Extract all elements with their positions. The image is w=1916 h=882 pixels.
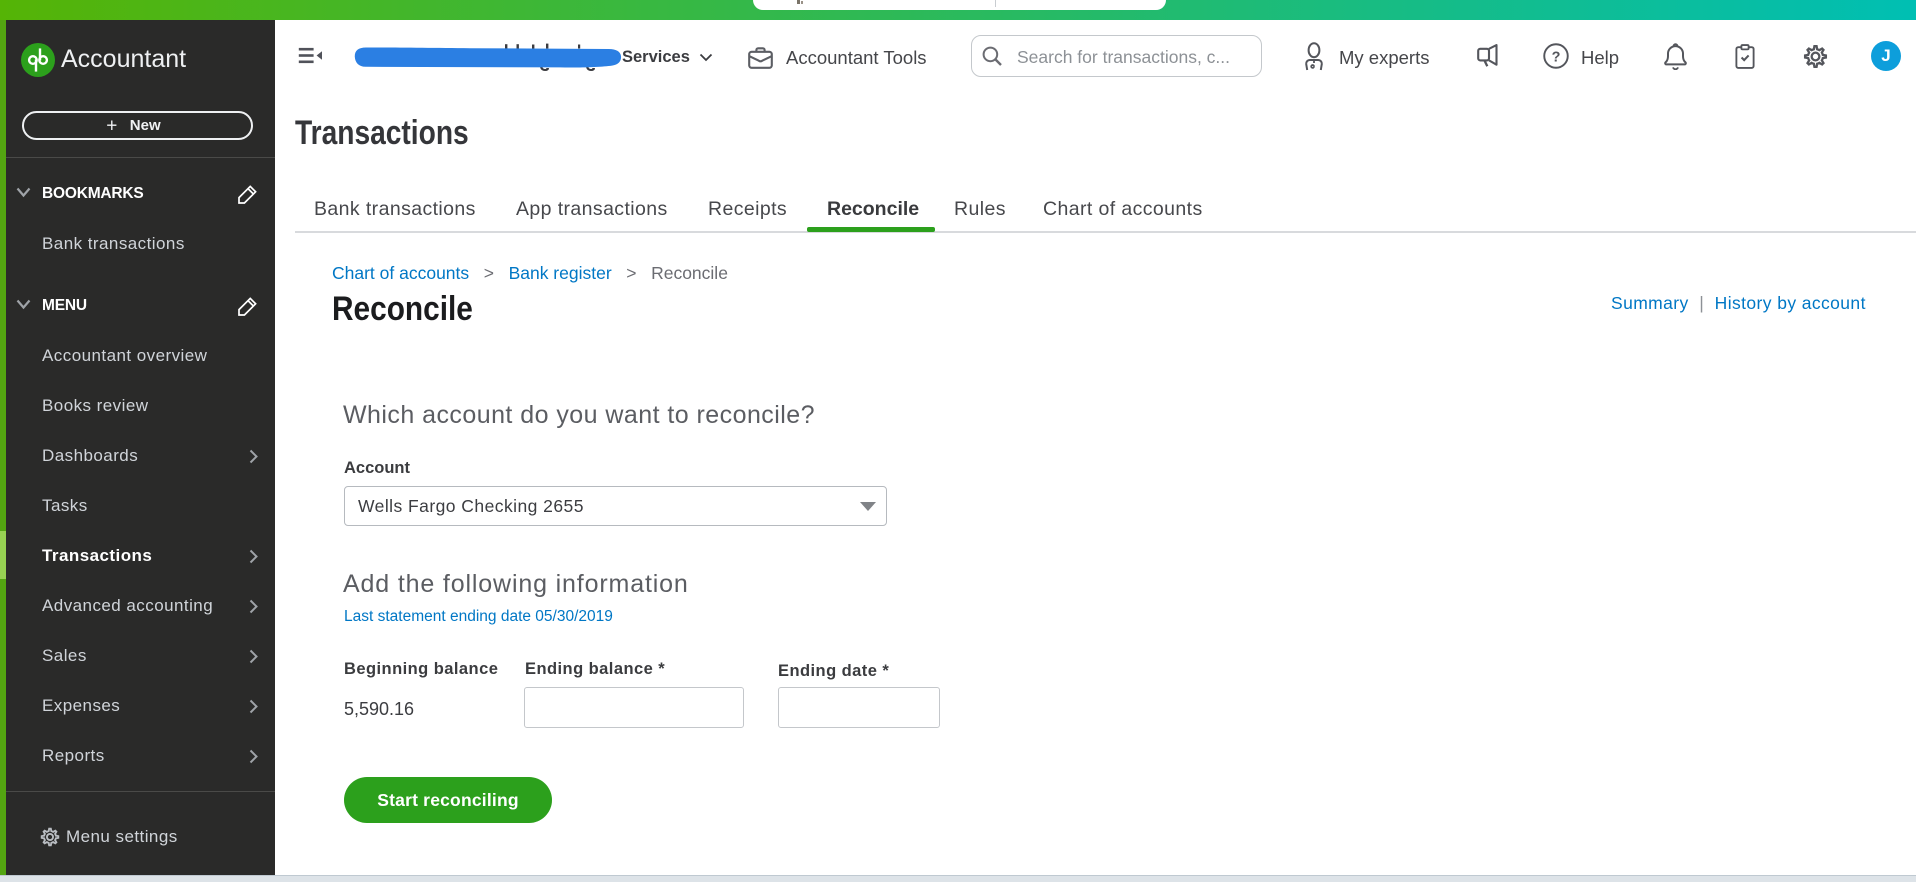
svg-text:?: ? [1552, 49, 1561, 65]
